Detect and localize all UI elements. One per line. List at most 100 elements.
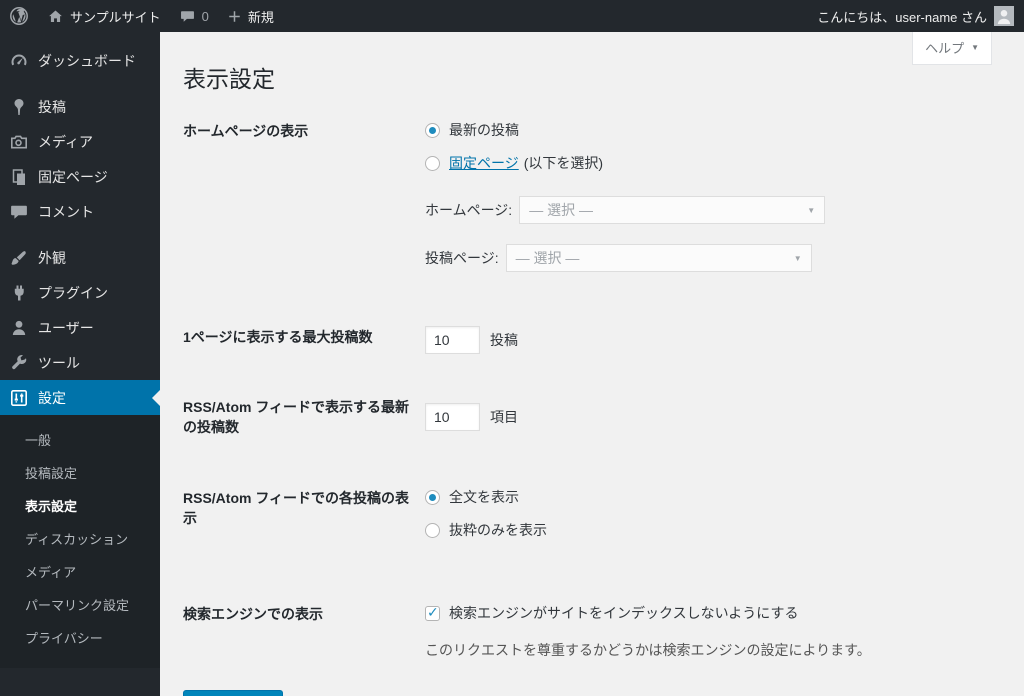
sidebar-item-label: コメント <box>38 203 94 220</box>
rss-count-unit: 項目 <box>490 408 518 425</box>
posts-page-select[interactable]: — 選択 — ▼ <box>505 244 812 272</box>
full-text-radio[interactable] <box>425 489 440 505</box>
user-greeting: こんにちは、user-name さん <box>817 9 987 25</box>
posts-per-page-label: 1ページに表示する最大投稿数 <box>183 329 373 345</box>
excerpt-radio[interactable] <box>425 522 440 538</box>
rss-count-row: RSS/Atom フィードで表示する最新の投稿数 項目 <box>183 396 1004 437</box>
posts-page-select-value: — 選択 — <box>515 250 580 266</box>
plus-icon <box>229 10 240 22</box>
admin-sidebar: ダッシュボード 投稿 メディア 固定ページ コメント 外観 プラグイン ユーザー… <box>0 32 160 696</box>
comments-shortcut[interactable]: 0 <box>170 0 218 32</box>
plugin-icon <box>14 285 24 300</box>
site-name-label: サンプルサイト <box>70 9 161 25</box>
submenu-item-writing[interactable]: 投稿設定 <box>0 456 160 489</box>
sidebar-item-label: ダッシュボード <box>38 52 136 69</box>
search-visibility-option: 検索エンジンがサイトをインデックスしないようにする <box>425 603 871 623</box>
sidebar-item-comments[interactable]: コメント <box>0 194 160 229</box>
sidebar-item-media[interactable]: メディア <box>0 124 160 159</box>
dashboard-icon <box>11 54 27 65</box>
page-title: 表示設定 <box>183 66 275 92</box>
comment-icon <box>11 205 27 219</box>
submenu-item-media[interactable]: メディア <box>0 555 160 588</box>
submenu-item-general[interactable]: 一般 <box>0 423 160 456</box>
admin-bar: サンプルサイト 0 新規 こんにちは、user-name さん <box>0 0 1024 32</box>
latest-posts-radio[interactable] <box>425 122 440 138</box>
settings-submenu: 一般 投稿設定 表示設定 ディスカッション メディア パーマリンク設定 プライバ… <box>0 415 160 668</box>
search-visibility-row: 検索エンジンでの表示 検索エンジンがサイトをインデックスしないようにする このリ… <box>183 603 1004 660</box>
sidebar-item-plugins[interactable]: プラグイン <box>0 275 160 310</box>
front-page-row: ホームページの表示 最新の投稿 固定ページ (以下を選択) ホームページ: — … <box>183 120 1004 272</box>
sidebar-item-label: 投稿 <box>38 98 66 115</box>
static-page-suffix: (以下を選択) <box>523 155 604 171</box>
home-icon <box>49 10 62 22</box>
excerpt-option: 抜粋のみを表示 <box>425 520 547 540</box>
sidebar-item-label: メディア <box>38 133 94 150</box>
sidebar-item-label: ユーザー <box>38 319 94 336</box>
chevron-down-icon: ▼ <box>971 43 979 52</box>
site-name-button[interactable]: サンプルサイト <box>38 0 170 32</box>
rss-count-input[interactable] <box>425 402 480 431</box>
submenu-item-permalinks[interactable]: パーマリンク設定 <box>0 588 160 621</box>
static-page-option: 固定ページ (以下を選択) <box>425 153 825 173</box>
sidebar-item-label: ツール <box>38 354 80 371</box>
full-text-option: 全文を表示 <box>425 487 547 507</box>
excerpt-label: 抜粋のみを表示 <box>449 522 547 539</box>
pages-icon <box>12 168 25 185</box>
homepage-select-value: — 選択 — <box>529 202 593 218</box>
user-avatar <box>994 6 1014 26</box>
latest-posts-label: 最新の投稿 <box>449 122 519 138</box>
posts-page-select-row: 投稿ページ: — 選択 — ▼ <box>425 244 825 272</box>
rss-display-label: RSS/Atom フィードでの各投稿の表示 <box>183 490 410 526</box>
wordpress-menu-button[interactable] <box>0 0 38 32</box>
new-content-button[interactable]: 新規 <box>218 0 283 32</box>
select-caret-icon: ▼ <box>793 253 802 263</box>
sidebar-item-label: 外観 <box>38 249 66 266</box>
reading-settings-form: ホームページの表示 最新の投稿 固定ページ (以下を選択) ホームページ: — … <box>183 120 1004 696</box>
homepage-select-row: ホームページ: — 選択 — ▼ <box>425 196 826 224</box>
search-visibility-checkbox-label: 検索エンジンがサイトをインデックスしないようにする <box>449 605 799 622</box>
submenu-item-privacy[interactable]: プライバシー <box>0 621 160 654</box>
sidebar-item-tools[interactable]: ツール <box>0 345 160 380</box>
submenu-item-discussion[interactable]: ディスカッション <box>0 522 160 555</box>
camera-icon <box>11 135 27 148</box>
user-icon <box>12 320 26 335</box>
save-changes-button[interactable]: 変更を保存 <box>183 690 283 696</box>
submenu-item-reading[interactable]: 表示設定 <box>0 489 160 522</box>
sidebar-item-settings[interactable]: 設定 <box>0 380 160 415</box>
rss-display-row: RSS/Atom フィードでの各投稿の表示 全文を表示 抜粋のみを表示 <box>183 487 1004 553</box>
sidebar-item-appearance[interactable]: 外観 <box>0 240 160 275</box>
admin-bar-account[interactable]: こんにちは、user-name さん <box>817 6 1024 26</box>
latest-posts-option: 最新の投稿 <box>425 120 825 140</box>
homepage-select[interactable]: — 選択 — ▼ <box>519 196 826 224</box>
rss-count-label: RSS/Atom フィードで表示する最新の投稿数 <box>183 399 410 435</box>
main-content: ヘルプ ▼ 表示設定 ホームページの表示 最新の投稿 固定ページ (以下を選択)… <box>160 32 1024 696</box>
sidebar-item-label: 設定 <box>38 389 66 406</box>
sidebar-item-pages[interactable]: 固定ページ <box>0 159 160 194</box>
posts-per-page-row: 1ページに表示する最大投稿数 投稿 <box>183 326 1004 354</box>
brush-icon <box>11 250 26 265</box>
static-page-link[interactable]: 固定ページ <box>449 153 519 173</box>
homepage-select-label: ホームページ: <box>425 202 513 218</box>
posts-per-page-unit: 投稿 <box>490 332 518 348</box>
sidebar-item-users[interactable]: ユーザー <box>0 310 160 345</box>
sidebar-item-label: プラグイン <box>38 284 108 301</box>
sidebar-item-dashboard[interactable]: ダッシュボード <box>0 43 160 78</box>
help-label: ヘルプ <box>925 41 965 56</box>
search-visibility-description: このリクエストを尊重するかどうかは検索エンジンの設定によります。 <box>425 642 871 659</box>
sidebar-item-posts[interactable]: 投稿 <box>0 89 160 124</box>
full-text-label: 全文を表示 <box>449 489 519 506</box>
static-page-radio[interactable] <box>425 155 440 171</box>
search-visibility-checkbox[interactable] <box>425 604 440 621</box>
posts-per-page-input[interactable] <box>425 326 480 354</box>
new-content-label: 新規 <box>247 9 274 25</box>
pin-icon <box>14 98 24 115</box>
wrench-icon <box>12 354 27 369</box>
select-caret-icon: ▼ <box>807 205 816 215</box>
comments-count: 0 <box>201 8 209 24</box>
sidebar-item-label: 固定ページ <box>38 168 108 185</box>
sliders-icon <box>10 389 27 406</box>
search-visibility-label: 検索エンジンでの表示 <box>183 606 323 623</box>
wordpress-logo-icon <box>10 7 28 25</box>
comment-bubble-icon <box>180 10 194 22</box>
help-button[interactable]: ヘルプ ▼ <box>912 32 992 65</box>
